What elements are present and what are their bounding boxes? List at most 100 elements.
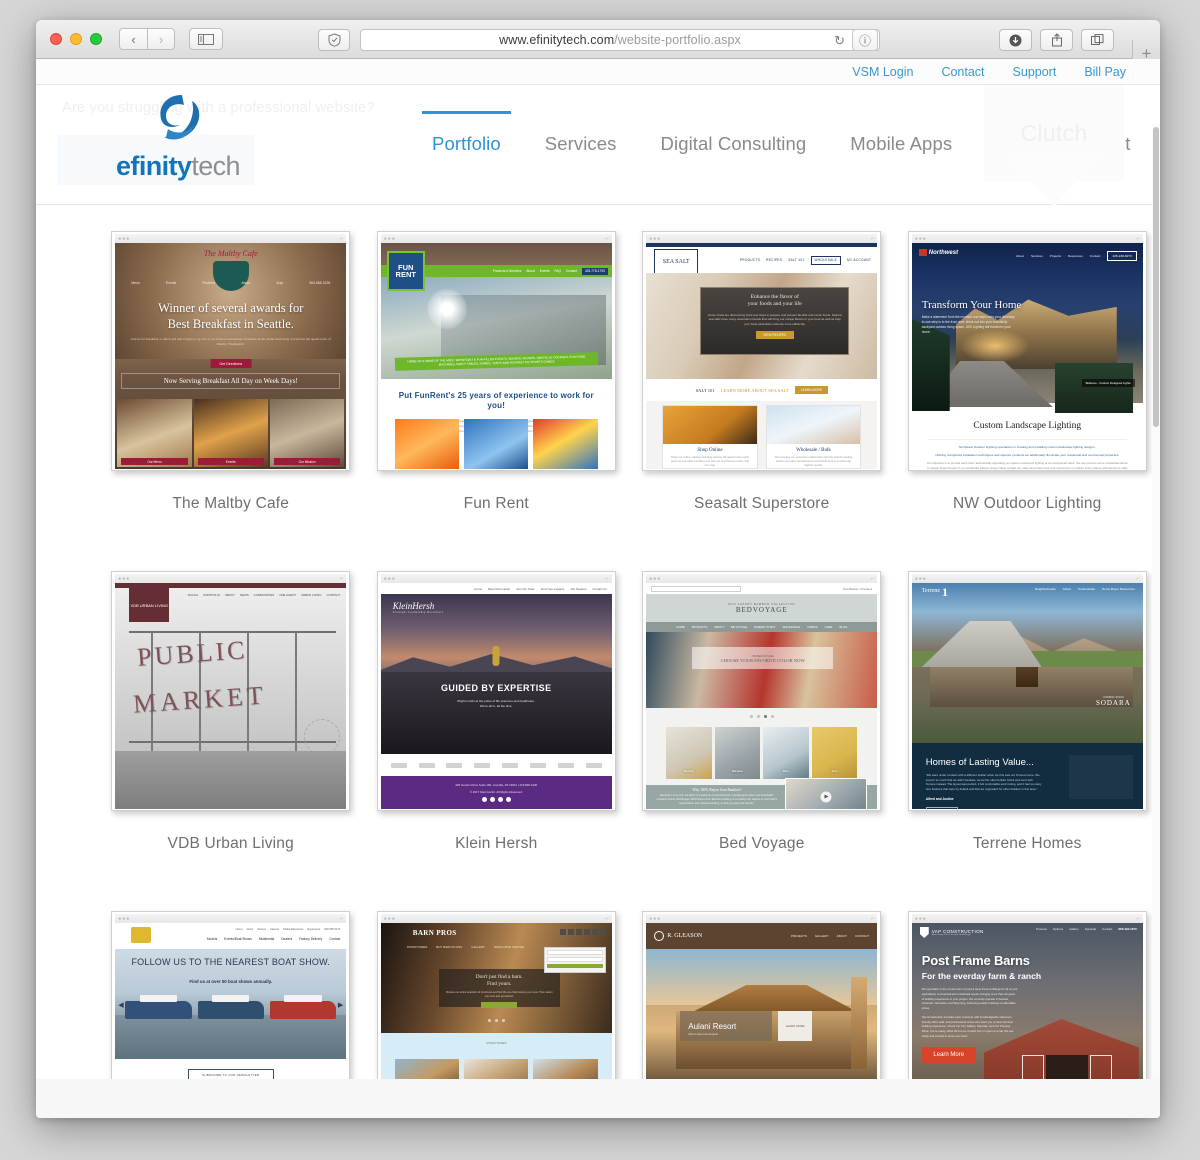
portfolio-item-klein-hersh[interactable]: ●●● ⌐ Home Meet Klein Hersh Join Our Tea… [364,571,630,853]
bv-card-pets: Pets [831,769,838,773]
mini-resize-handle: ⌐ [1136,235,1140,242]
seasalt-learn-more-button: LEARN MORE [794,386,828,394]
share-button[interactable] [1040,29,1073,51]
site-screenshot-bedvoyage: View Basket / Checkout ECO LUXURY BAMBOO… [646,583,878,809]
maximize-window-button[interactable] [90,33,102,45]
rt-headline: FOLLOW US TO THE NEAREST BOAT SHOW. [131,957,331,967]
nw-nav-contact: Contact [1089,254,1101,258]
portfolio-item-bed-voyage[interactable]: ●●● ⌐ View Basket / Checkout ECO LUXURY … [629,571,895,853]
forward-button[interactable]: › [147,28,175,50]
barnpros-nav: STRUCTURES BUY BARN PLANS GALLERY RESOUR… [407,945,524,949]
site-header: Are you struggling with a professional w… [36,85,1160,205]
vdb-sign-line1: PUBLIC [136,635,249,672]
page-info-button[interactable]: ⓘ [852,29,878,51]
rt-nav-careers: Careers [269,928,280,931]
mini-resize-handle: ⌐ [870,235,875,242]
site-screenshot-vdb: SOCIAL PORTFOLIO ABOUT NEWS COMMUNITIES … [115,583,347,809]
show-tabs-button[interactable] [1081,29,1114,51]
utility-link-support[interactable]: Support [1013,65,1057,79]
bv-overlay-big: CHOOSE YOUR FAVORITE COLOR NOW [720,657,805,663]
gleason-logo-text: R. GLEASON [667,933,703,939]
bp-nav-structures: STRUCTURES [406,945,428,949]
vp-headline-1: Post Frame Barns [921,953,1030,968]
barnpros-search-panel [543,947,606,973]
portfolio-item-terrene-homes[interactable]: ●●● ⌐ Neighborhoods About Testimonials H… [895,571,1161,853]
portfolio-caption: Fun Rent [463,495,529,512]
thumbnail-frame[interactable]: ●●● ⌐ About Services Projects Resources … [907,231,1147,471]
thumbnail-frame[interactable]: ●●● ⌐ Products & Services About Events F… [376,231,616,471]
minimize-window-button[interactable] [70,33,82,45]
thumbnail-frame[interactable]: ●●● ⌐ PRODUCTS RECIPES SALT 101 WHOLESAL… [642,231,882,471]
bp-nav-resources: RESOURCE CENTER [494,945,525,949]
sidebar-toggle-button[interactable] [189,28,223,50]
bv-nav-products: PRODUCTS [691,625,708,629]
seasalt-strip-label: SALT 101 [695,387,715,393]
th-nav-neighborhoods: Neighborhoods [1034,587,1056,591]
browser-toolbar: ‹ › www.efinitytech.com/website-portfoli… [36,20,1160,68]
downloads-button[interactable] [999,29,1032,51]
kh-logo-sub: Strategic Leadership Recruiters [392,611,444,614]
rt-nav-media: Media Resources [283,928,304,931]
gleason-logo-mark [654,931,665,941]
site-screenshot-seasalt: PRODUCTS RECIPES SALT 101 WHOLESALE MY A… [646,243,878,469]
rangertugs-logo [131,927,152,943]
portfolio-item-seasalt-superstore[interactable]: ●●● ⌐ PRODUCTS RECIPES SALT 101 WHOLESAL… [629,231,895,513]
shield-icon [328,33,340,47]
mini-browser-chrome: ●●● ⌐ [380,914,612,923]
thumbnail-frame[interactable]: ●●● ⌐ Neighborhoods About Testimonials H… [907,571,1147,811]
kh-headline: GUIDED BY EXPERTISE [441,683,552,693]
vdb-nav-communities: COMMUNITIES [253,593,275,597]
page-scrollbar-thumb[interactable] [1153,127,1159,427]
url-path: /website-portfolio.aspx [614,33,741,47]
bv-nav-blog: BLOG [839,625,848,629]
bv-card-blankets: Blankets [732,769,743,773]
rt-main-multimedia: Multimedia [258,937,275,941]
vdb-nav-about: ABOUT [224,593,235,597]
rt-main-dealers: Dealers [281,937,293,941]
funrent-nav-about: About [526,269,535,273]
portfolio-item-vdb-urban-living[interactable]: ●●● ⌐ SOCIAL PORTFOLIO ABOUT NEWS COMMUN… [98,571,364,853]
utility-link-vsm-login[interactable]: VSM Login [852,65,913,79]
seasalt-overlay-body: Home chefs are discovering food now ways… [707,312,842,326]
portfolio-item-fun-rent[interactable]: ●●● ⌐ Products & Services About Events F… [364,231,630,513]
clutch-badge-label: Clutch [1020,119,1088,146]
site-screenshot-maltby: The Maltby Cafe Menu Events Reviews Abou… [115,243,347,469]
utility-link-bill-pay[interactable]: Bill Pay [1084,65,1126,79]
thumbnail-frame[interactable]: ●●● ⌐ The Maltby Cafe Menu Events Review… [111,231,351,471]
portfolio-item-maltby-cafe[interactable]: ●●● ⌐ The Maltby Cafe Menu Events Review… [98,231,364,513]
seasalt-card1-body: Shop our online catalog including natura… [670,455,750,468]
thumbnail-frame[interactable]: ●●● ⌐ SOCIAL PORTFOLIO ABOUT NEWS COMMUN… [111,571,351,811]
portfolio-item-nw-outdoor-lighting[interactable]: ●●● ⌐ About Services Projects Resources … [895,231,1161,513]
back-button[interactable]: ‹ [119,28,147,50]
mini-resize-handle: ⌐ [1136,575,1140,582]
nw-headline: Transform Your Home [921,299,1022,311]
reload-button[interactable]: ↻ [834,33,845,49]
mini-browser-chrome: ●●● ⌐ [380,234,612,243]
seasalt-overlay-h2: your foods and your life [747,301,802,308]
portfolio-caption: Bed Voyage [718,835,805,852]
thumbnail-frame[interactable]: ●●● ⌐ Home Meet Klein Hersh Join Our Tea… [376,571,616,811]
hiker-silhouette [492,646,500,666]
site-screenshot-nwlighting: About Services Projects Resources Contac… [911,243,1143,469]
site-screenshot-terrene: Neighborhoods About Testimonials Home Bu… [911,583,1143,809]
nav-item-digital-consulting[interactable]: Digital Consulting [639,133,829,155]
address-bar[interactable]: www.efinitytech.com/website-portfolio.as… [360,29,880,51]
carousel-next-icon: ▶ [337,1002,344,1009]
nav-item-portfolio[interactable]: Portfolio [410,111,523,155]
close-window-button[interactable] [50,33,62,45]
utility-link-contact[interactable]: Contact [941,65,984,79]
nav-item-services[interactable]: Services [523,133,639,155]
seasalt-nav-salt101: SALT 101 [788,258,805,262]
th-badge-name: SODARA [1095,699,1131,707]
nw-line3: Our objective is to provide each client … [926,461,1128,469]
mini-browser-chrome: ●●● ⌐ [646,574,878,583]
bv-nav-wholesale: WHOLESALE [782,625,801,629]
thumbnail-frame[interactable]: ●●● ⌐ View Basket / Checkout ECO LUXURY … [642,571,882,811]
nav-item-mobile-apps[interactable]: Mobile Apps [828,133,974,155]
vp-nav-gallery: Gallery [1069,927,1079,931]
gl-nav-gallery: GALLERY [814,934,829,938]
vdb-nav-oneagent: ONE AGENT [279,593,297,597]
site-logo[interactable]: efinitytech [90,93,266,182]
funrent-nav-products: Products & Services [492,269,522,273]
privacy-report-button[interactable] [318,29,350,51]
